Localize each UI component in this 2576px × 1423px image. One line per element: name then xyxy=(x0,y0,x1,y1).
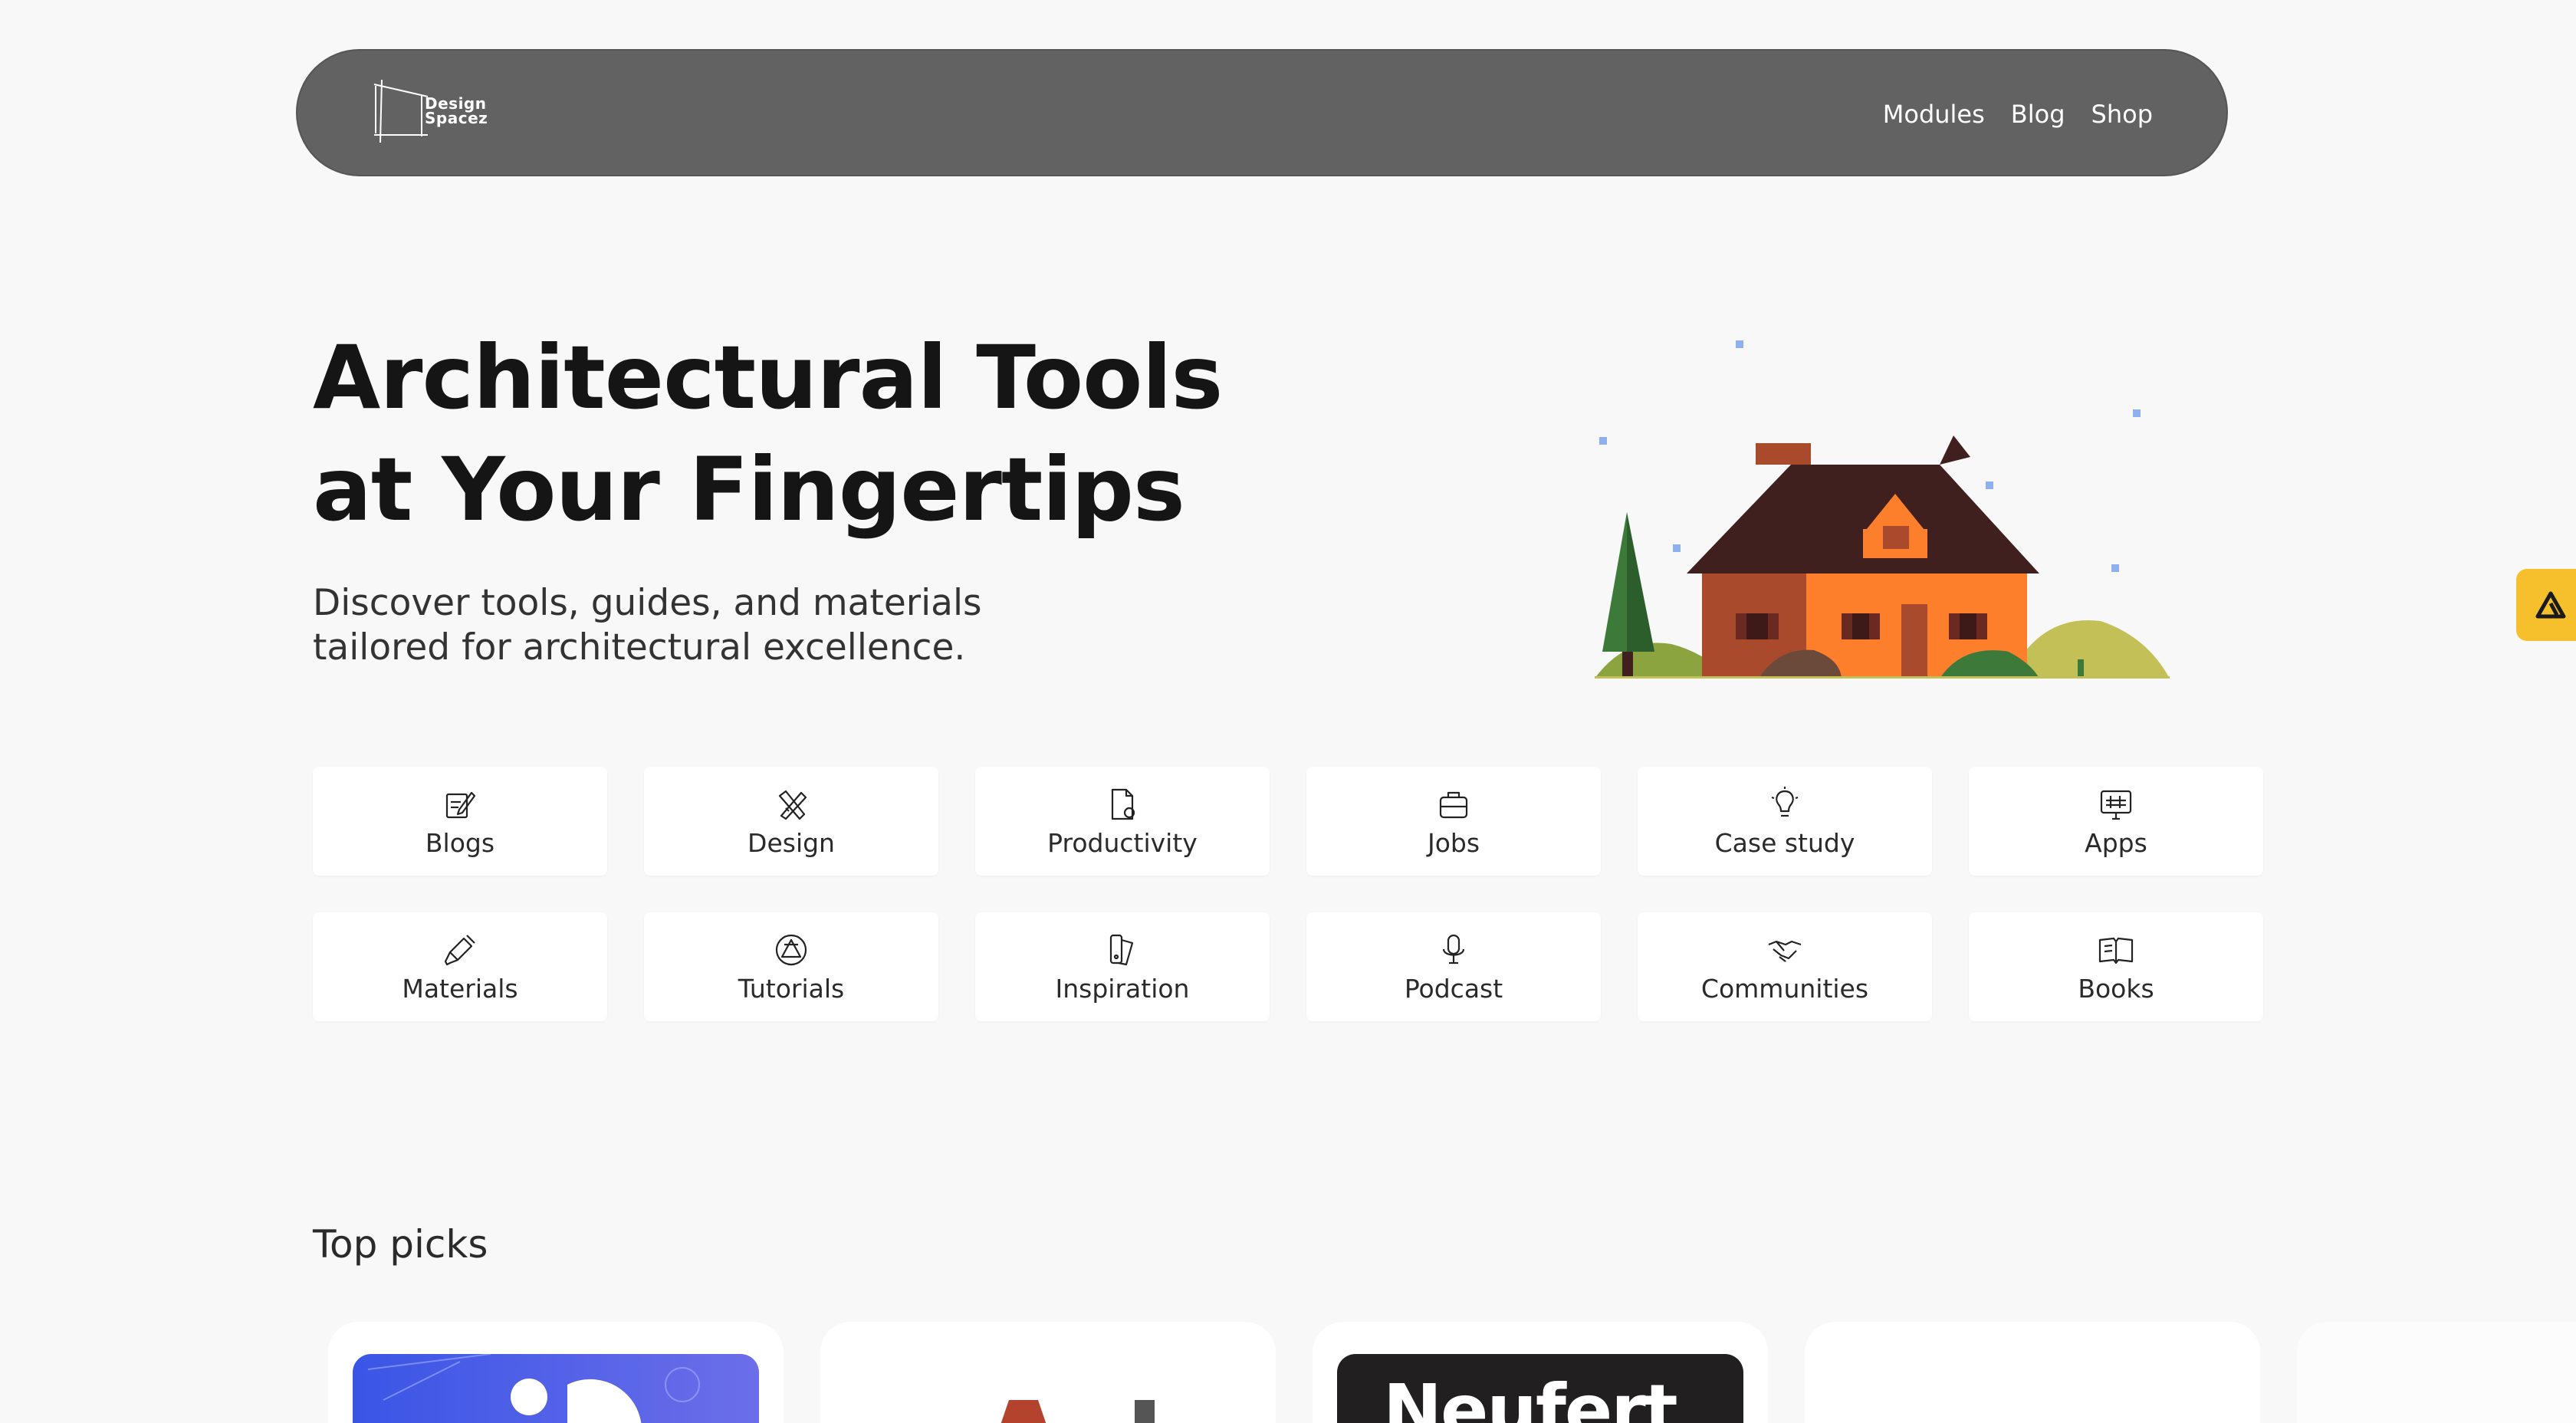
category-podcast[interactable]: Podcast xyxy=(1306,912,1601,1021)
pick-thumbnail xyxy=(353,1354,759,1423)
pick-card[interactable] xyxy=(1805,1322,2260,1423)
category-label: Jobs xyxy=(1427,827,1480,858)
category-label: Tutorials xyxy=(738,973,845,1004)
category-jobs[interactable]: Jobs xyxy=(1306,767,1601,876)
monitor-grid-icon xyxy=(2100,790,2132,820)
hero-title-line1: Architectural Tools xyxy=(313,327,1223,429)
pick-card[interactable] xyxy=(2297,1322,2576,1423)
category-materials[interactable]: Materials xyxy=(313,912,607,1021)
nav-link-shop[interactable]: Shop xyxy=(2091,100,2153,129)
triangle-logo-icon xyxy=(2535,591,2566,619)
logo-text-line2: Spacez xyxy=(425,109,488,127)
house-illustration xyxy=(1595,340,2170,679)
category-grid: Blogs Design Productivity Jobs Case stud… xyxy=(313,767,2263,1021)
category-design[interactable]: Design xyxy=(644,767,938,876)
document-clip-icon xyxy=(1111,788,1135,820)
handshake-icon xyxy=(1768,940,1802,962)
top-picks-title: Top picks xyxy=(313,1222,488,1267)
pick-card[interactable] xyxy=(328,1322,784,1423)
pick-thumbnail-text: Neufert xyxy=(1383,1369,1678,1423)
pick-card[interactable] xyxy=(820,1322,1276,1423)
category-label: Productivity xyxy=(1047,827,1198,858)
logo-text: Design Spacez xyxy=(425,96,488,127)
logo-mark-icon xyxy=(373,79,429,143)
hero-subtitle-line2: tailored for architectural excellence. xyxy=(313,626,966,669)
category-communities[interactable]: Communities xyxy=(1638,912,1932,1021)
dropper-icon xyxy=(444,934,475,965)
nav-links: Modules Blog Shop xyxy=(1883,51,2153,178)
category-label: Design xyxy=(748,827,835,858)
lightbulb-icon xyxy=(1771,786,1799,817)
hero-subtitle: Discover tools, guides, and materials ta… xyxy=(313,581,1079,670)
hero-title: Architectural Tools at Your Fingertips xyxy=(313,322,1223,546)
design-spacez-logo[interactable]: Design Spacez xyxy=(371,78,501,147)
category-label: Inspiration xyxy=(1055,973,1190,1004)
briefcase-icon xyxy=(1439,791,1468,818)
pick-card[interactable]: Neufert xyxy=(1313,1322,1768,1423)
category-blogs[interactable]: Blogs xyxy=(313,767,607,876)
palette-swatch-icon xyxy=(1109,934,1134,965)
category-label: Podcast xyxy=(1404,973,1503,1004)
category-apps[interactable]: Apps xyxy=(1969,767,2263,876)
category-case-study[interactable]: Case study xyxy=(1638,767,1932,876)
edit-note-icon xyxy=(445,791,476,818)
aperture-icon xyxy=(775,934,807,965)
pick-thumbnail xyxy=(845,1354,1251,1423)
category-label: Blogs xyxy=(425,827,495,858)
design-tools-icon xyxy=(778,790,807,820)
category-label: Apps xyxy=(2085,827,2147,858)
open-book-icon xyxy=(2098,937,2134,964)
category-label: Case study xyxy=(1714,827,1855,858)
category-label: Communities xyxy=(1700,973,1869,1004)
category-productivity[interactable]: Productivity xyxy=(975,767,1270,876)
category-books[interactable]: Books xyxy=(1969,912,2263,1021)
top-picks-carousel: Neufert xyxy=(328,1322,2576,1423)
category-label: Books xyxy=(2078,973,2154,1004)
hero-title-line2: at Your Fingertips xyxy=(313,439,1185,541)
nav-link-blog[interactable]: Blog xyxy=(2011,100,2065,129)
category-label: Materials xyxy=(402,973,518,1004)
category-tutorials[interactable]: Tutorials xyxy=(644,912,938,1021)
nav-link-modules[interactable]: Modules xyxy=(1883,100,1985,129)
letter-graphic xyxy=(1001,1400,1155,1423)
hero-subtitle-line1: Discover tools, guides, and materials xyxy=(313,582,982,624)
abstract-shapes-graphic xyxy=(367,1354,700,1423)
top-navbar: Design Spacez Modules Blog Shop xyxy=(296,49,2228,176)
category-inspiration[interactable]: Inspiration xyxy=(975,912,1270,1021)
side-badge-button[interactable] xyxy=(2516,569,2576,641)
pick-thumbnail: Neufert xyxy=(1337,1354,1743,1423)
microphone-icon xyxy=(1442,934,1465,964)
